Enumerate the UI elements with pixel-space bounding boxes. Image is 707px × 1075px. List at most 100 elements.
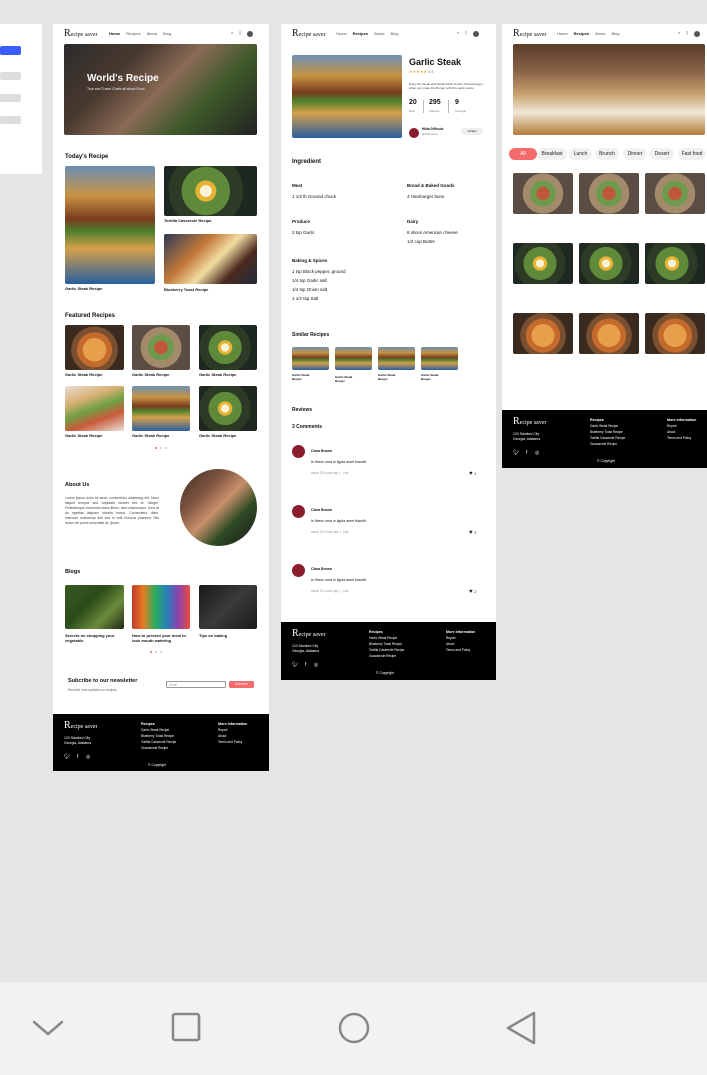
similar-image-1[interactable]: [292, 347, 329, 370]
twitter-icon[interactable]: 🐦︎: [64, 754, 70, 760]
featured-image-6[interactable]: [199, 386, 257, 431]
twitter-icon[interactable]: 🐦︎: [292, 662, 298, 668]
blog-image-2[interactable]: [132, 585, 190, 629]
nav-home[interactable]: Home: [109, 31, 120, 36]
footer-recipe-link-4[interactable]: Guacamole Recipe: [369, 654, 396, 659]
filter-dinner[interactable]: Dinner: [623, 148, 647, 160]
footer-logo[interactable]: Recipe saver: [64, 720, 98, 731]
nav-blog[interactable]: Blog: [163, 31, 171, 36]
featured-label-6[interactable]: Garlic Steak Recipe: [199, 433, 236, 439]
instagram-icon[interactable]: ◎: [535, 450, 539, 456]
footer-info-link-1[interactable]: Report: [446, 636, 456, 641]
blog-image-3[interactable]: [199, 585, 257, 629]
input-field[interactable]: [0, 72, 21, 80]
similar-image-3[interactable]: [378, 347, 415, 370]
recipe-card-image[interactable]: [645, 243, 705, 284]
facebook-icon[interactable]: f: [77, 754, 78, 760]
rating-stars[interactable]: ★★★★★ 4.8: [409, 69, 434, 75]
nav-about[interactable]: About: [374, 31, 384, 36]
similar-label-3[interactable]: Garlic Steak Burger: [378, 373, 404, 381]
bookmark-icon[interactable]: ▯: [686, 30, 688, 36]
nav-recipes[interactable]: Recipes: [126, 31, 140, 36]
todays-label-3[interactable]: Blueberry Toast Recipe: [164, 287, 208, 293]
similar-label-4[interactable]: Garlic Steak Burger: [421, 373, 447, 381]
similar-image-4[interactable]: [421, 347, 458, 370]
nav-recipes[interactable]: Recipes: [574, 31, 589, 36]
footer-info-link-3[interactable]: Terms and Policy: [446, 648, 470, 653]
recipe-card-image[interactable]: [645, 313, 705, 354]
search-icon[interactable]: ⌕: [231, 30, 233, 36]
nav-home[interactable]: Home: [557, 31, 568, 36]
like-link[interactable]: Like: [343, 589, 349, 593]
collapse-chevron-icon[interactable]: [18, 1010, 78, 1050]
back-triangle-icon[interactable]: [490, 1010, 550, 1050]
subscribe-button[interactable]: Subcribe: [229, 681, 254, 688]
recipe-card-image[interactable]: [579, 173, 639, 214]
footer-info-link-1[interactable]: Report: [667, 424, 677, 429]
footer-recipe-link-1[interactable]: Garlic Steak Recipe: [141, 728, 169, 733]
footer-recipe-link-2[interactable]: Blueberry Toast Recipe: [369, 642, 402, 647]
todays-label-1[interactable]: Garlic Steak Recipe: [65, 286, 102, 292]
like-link[interactable]: Like: [343, 471, 349, 475]
facebook-icon[interactable]: f: [305, 662, 306, 668]
instagram-icon[interactable]: ◎: [314, 662, 318, 668]
like-link[interactable]: Like: [343, 530, 349, 534]
footer-logo[interactable]: Recipe saver: [513, 416, 547, 427]
filter-desert[interactable]: Desert: [650, 148, 674, 160]
featured-image-1[interactable]: [65, 325, 124, 370]
logo[interactable]: Recipe saver: [292, 28, 326, 39]
similar-label-1[interactable]: Garlic Steak Burger: [292, 373, 318, 381]
recipe-card-image[interactable]: [579, 313, 639, 354]
recipe-card-image[interactable]: [513, 173, 573, 214]
email-input[interactable]: Email: [166, 681, 226, 688]
footer-recipe-link-2[interactable]: Blueberry Toast Recipe: [141, 734, 174, 739]
input-field[interactable]: [0, 94, 21, 102]
carousel-dots[interactable]: [155, 447, 169, 450]
heart-icon[interactable]: ♥ 2: [469, 530, 476, 537]
avatar[interactable]: [473, 31, 479, 37]
heart-icon[interactable]: ♥ 2: [469, 589, 476, 596]
bookmark-icon[interactable]: ▯: [239, 30, 241, 36]
footer-info-link-2[interactable]: About: [446, 642, 454, 647]
footer-recipe-link-1[interactable]: Garlic Steak Recipe: [369, 636, 397, 641]
instagram-icon[interactable]: ◎: [86, 754, 90, 760]
bookmark-icon[interactable]: ▯: [465, 30, 467, 36]
featured-label-5[interactable]: Garlic Steak Recipe: [132, 433, 169, 439]
todays-image-3[interactable]: [164, 234, 257, 284]
footer-recipe-link-1[interactable]: Garlic Steak Recipe: [590, 424, 618, 429]
blog-image-1[interactable]: [65, 585, 124, 629]
footer-recipe-link-3[interactable]: Tortilla Casserole Recipe: [141, 740, 176, 745]
recipe-card-image[interactable]: [645, 173, 705, 214]
recipe-card-image[interactable]: [513, 243, 573, 284]
todays-label-2[interactable]: Tortilla Casserole Recipe: [164, 218, 212, 224]
footer-recipe-link-3[interactable]: Tortilla Casserole Recipe: [369, 648, 404, 653]
blog-label-2[interactable]: How to present your meal to look mouth w…: [132, 633, 194, 644]
follow-button[interactable]: Follow: [461, 128, 483, 135]
blog-carousel-dots[interactable]: [150, 651, 164, 654]
footer-recipe-link-4[interactable]: Guacamole Recipe: [590, 442, 617, 447]
nav-about[interactable]: About: [147, 31, 157, 36]
footer-info-link-3[interactable]: Terms and Policy: [667, 436, 691, 441]
recipe-card-image[interactable]: [579, 243, 639, 284]
footer-info-link-2[interactable]: About: [667, 430, 675, 435]
heart-icon[interactable]: ♥ 2: [469, 471, 476, 478]
filter-fast-food[interactable]: Fast food: [678, 148, 706, 160]
nav-blog[interactable]: Blog: [390, 31, 398, 36]
similar-image-2[interactable]: [335, 347, 372, 370]
featured-label-3[interactable]: Garlic Steak Recipe: [199, 372, 236, 378]
filter-all[interactable]: All: [509, 148, 537, 160]
logo[interactable]: Recipe saver: [513, 28, 547, 39]
nav-home[interactable]: Home: [336, 31, 347, 36]
blog-label-1[interactable]: Secrets on chopping your vegetable: [65, 633, 125, 644]
footer-info-link-3[interactable]: Terms and Policy: [218, 740, 242, 745]
footer-recipe-link-3[interactable]: Tortilla Casserole Recipe: [590, 436, 625, 441]
recent-apps-icon[interactable]: [156, 1010, 216, 1050]
avatar[interactable]: [694, 31, 700, 37]
filter-lunch[interactable]: Lunch: [569, 148, 592, 160]
footer-info-link-2[interactable]: About: [218, 734, 226, 739]
twitter-icon[interactable]: 🐦︎: [513, 450, 519, 456]
filter-breakfast[interactable]: Breakfast: [537, 148, 567, 160]
blue-button[interactable]: [0, 46, 21, 55]
recipe-card-image[interactable]: [513, 313, 573, 354]
nav-blog[interactable]: Blog: [611, 31, 619, 36]
